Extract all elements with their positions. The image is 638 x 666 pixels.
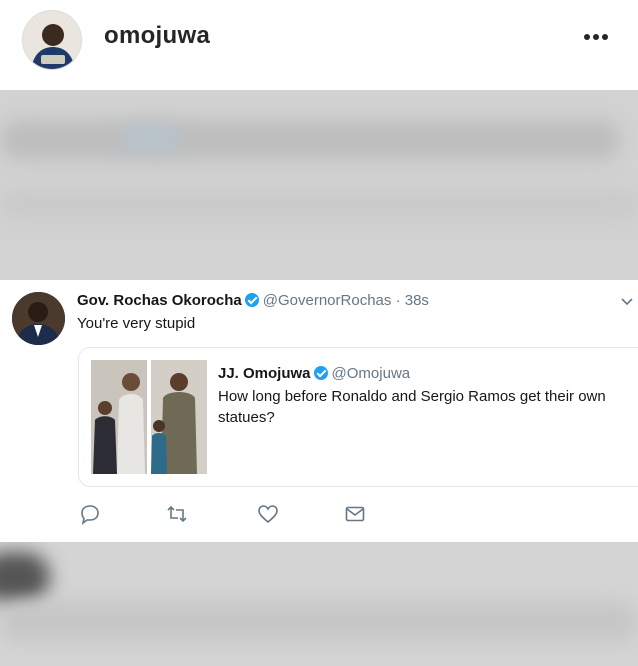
tweet-timestamp[interactable]: 38s (405, 292, 429, 309)
author-photo (12, 292, 65, 345)
tweet-card: Gov. Rochas Okorocha @GovernorRochas · 38… (0, 280, 638, 542)
like-icon[interactable] (256, 502, 280, 526)
profile-avatar[interactable] (22, 10, 82, 70)
quoted-tweet-text: How long before Ronaldo and Sergio Ramos… (218, 388, 606, 426)
tweet-text: You're very stupid (77, 315, 196, 332)
chevron-down-icon[interactable] (620, 294, 634, 308)
retweet-icon[interactable] (165, 502, 189, 526)
verified-badge-icon (313, 366, 328, 380)
author-handle[interactable]: @GovernorRochas (263, 292, 392, 309)
tweet-author-avatar[interactable] (12, 292, 65, 345)
username[interactable]: omojuwa (104, 22, 210, 50)
media-image-left (91, 360, 147, 474)
quoted-tweet-header: JJ. Omojuwa @Omojuwa (218, 365, 410, 382)
separator-dot: · (395, 292, 401, 309)
media-image-right (151, 360, 207, 474)
reply-icon[interactable] (78, 502, 102, 526)
direct-message-icon[interactable] (343, 502, 367, 526)
quoted-author-name[interactable]: JJ. Omojuwa (218, 365, 311, 382)
quoted-tweet[interactable]: JJ. Omojuwa @Omojuwa How long before Rona… (78, 347, 638, 487)
author-name[interactable]: Gov. Rochas Okorocha (77, 292, 242, 309)
verified-badge-icon (244, 293, 259, 307)
tweet-header: Gov. Rochas Okorocha @GovernorRochas · 38… (77, 292, 429, 309)
quoted-author-handle[interactable]: @Omojuwa (332, 365, 411, 382)
tweet-actions (0, 502, 638, 532)
more-options-icon[interactable] (578, 22, 614, 52)
quoted-tweet-media[interactable] (91, 360, 207, 474)
avatar-photo (23, 11, 81, 69)
blurred-region-bottom (0, 542, 638, 666)
blurred-region-top (0, 90, 638, 280)
instagram-header: omojuwa (0, 0, 638, 90)
